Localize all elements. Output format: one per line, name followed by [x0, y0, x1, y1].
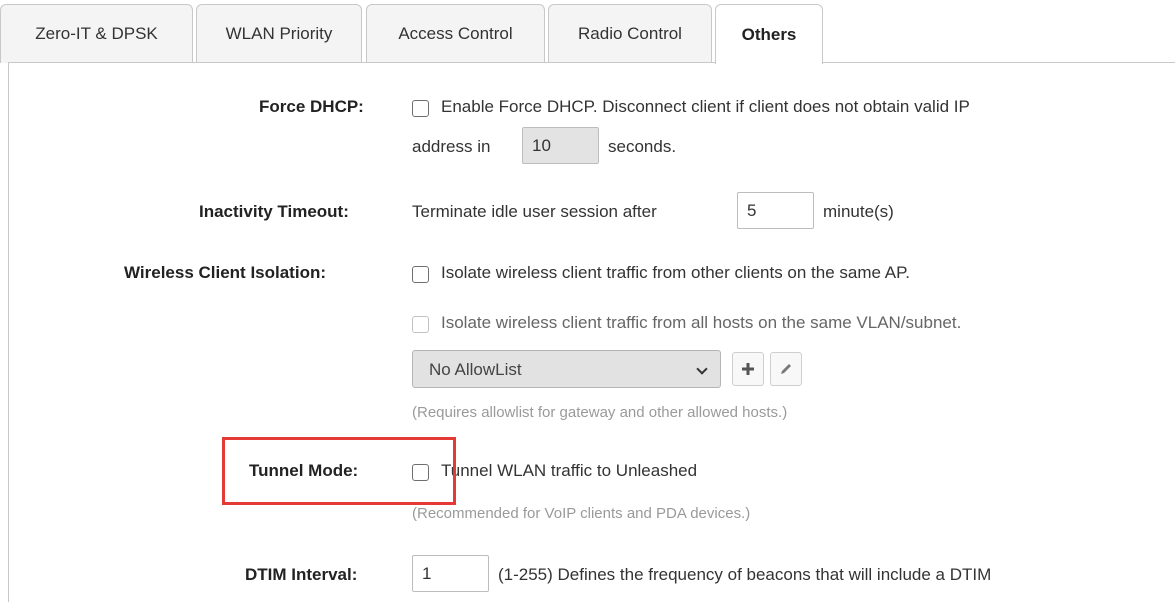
dtim-interval-description: (1-255) Defines the frequency of beacons… — [498, 565, 992, 584]
isolation-same-ap-text: Isolate wireless client traffic from oth… — [441, 263, 910, 282]
highlight-box — [222, 437, 456, 505]
plus-icon — [742, 363, 754, 375]
force-dhcp-suffix: seconds. — [608, 137, 677, 156]
add-allowlist-button[interactable] — [732, 352, 764, 386]
tunnel-mode-hint: (Recommended for VoIP clients and PDA de… — [412, 505, 751, 522]
tab-zero-it-dpsk[interactable]: Zero-IT & DPSK — [0, 4, 193, 63]
force-dhcp-description: Enable Force DHCP. Disconnect client if … — [441, 97, 970, 116]
dtim-interval-label: DTIM Interval: — [245, 565, 358, 584]
inactivity-timeout-label: Inactivity Timeout: — [199, 202, 349, 221]
inactivity-timeout-suffix: minute(s) — [823, 202, 894, 221]
allowlist-hint: (Requires allowlist for gateway and othe… — [412, 404, 788, 421]
allowlist-selected-value: No AllowList — [429, 360, 522, 379]
tab-others[interactable]: Others — [715, 4, 823, 64]
isolation-vlan-checkbox[interactable] — [412, 316, 429, 333]
isolation-same-ap-checkbox[interactable] — [412, 266, 429, 283]
allowlist-select[interactable]: No AllowList — [412, 350, 721, 388]
inactivity-timeout-input[interactable]: 5 — [737, 192, 814, 229]
tab-radio-control[interactable]: Radio Control — [548, 4, 712, 63]
pencil-icon — [781, 364, 791, 374]
client-isolation-label: Wireless Client Isolation: — [124, 263, 326, 282]
force-dhcp-label: Force DHCP: — [259, 97, 364, 116]
tab-access-control[interactable]: Access Control — [366, 4, 545, 63]
force-dhcp-prefix: address in — [412, 137, 491, 156]
chevron-down-icon — [696, 363, 708, 375]
tunnel-mode-text: Tunnel WLAN traffic to Unleashed — [441, 461, 698, 480]
edit-allowlist-button[interactable] — [770, 352, 802, 386]
inactivity-timeout-prefix: Terminate idle user session after — [412, 202, 657, 221]
tab-bar: Zero-IT & DPSK WLAN Priority Access Cont… — [0, 0, 1175, 64]
tab-wlan-priority[interactable]: WLAN Priority — [196, 4, 362, 63]
force-dhcp-seconds-input[interactable]: 10 — [522, 127, 599, 164]
force-dhcp-checkbox[interactable] — [412, 100, 429, 117]
dtim-interval-input[interactable]: 1 — [412, 555, 489, 592]
isolation-vlan-text: Isolate wireless client traffic from all… — [441, 313, 962, 332]
